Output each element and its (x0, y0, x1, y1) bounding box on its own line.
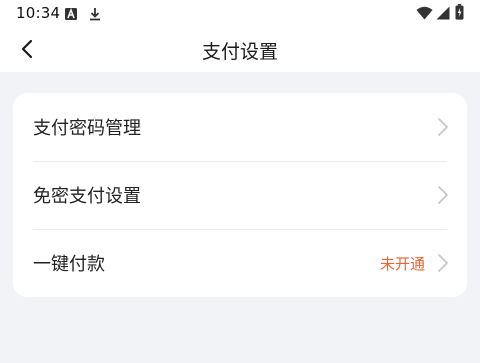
download-icon (88, 6, 102, 25)
chevron-right-icon (438, 118, 448, 136)
chevron-right-icon (438, 186, 448, 204)
row-label: 免密支付设置 (33, 186, 141, 207)
password-free-payment-row[interactable]: 免密支付设置 (13, 161, 467, 229)
payment-password-row[interactable]: 支付密码管理 (13, 93, 467, 161)
navigation-bar: 支付设置 (0, 26, 480, 72)
status-bar: 10:34 (0, 0, 480, 26)
row-label: 支付密码管理 (33, 118, 141, 139)
row-label: 一键付款 (33, 254, 105, 275)
top-bar: 10:34 支付设置 (0, 0, 480, 72)
settings-card: 支付密码管理 免密支付设置 一键付款 未开通 (13, 93, 467, 297)
a-notification-icon (64, 6, 78, 25)
battery-icon (455, 4, 464, 24)
status-badge: 未开通 (379, 255, 425, 273)
wifi-icon (416, 5, 433, 24)
signal-icon (436, 5, 450, 24)
page-title: 支付设置 (201, 41, 278, 63)
chevron-right-icon (438, 254, 448, 272)
status-time: 10:34 (16, 4, 61, 22)
one-click-payment-row[interactable]: 一键付款 未开通 (13, 229, 467, 297)
